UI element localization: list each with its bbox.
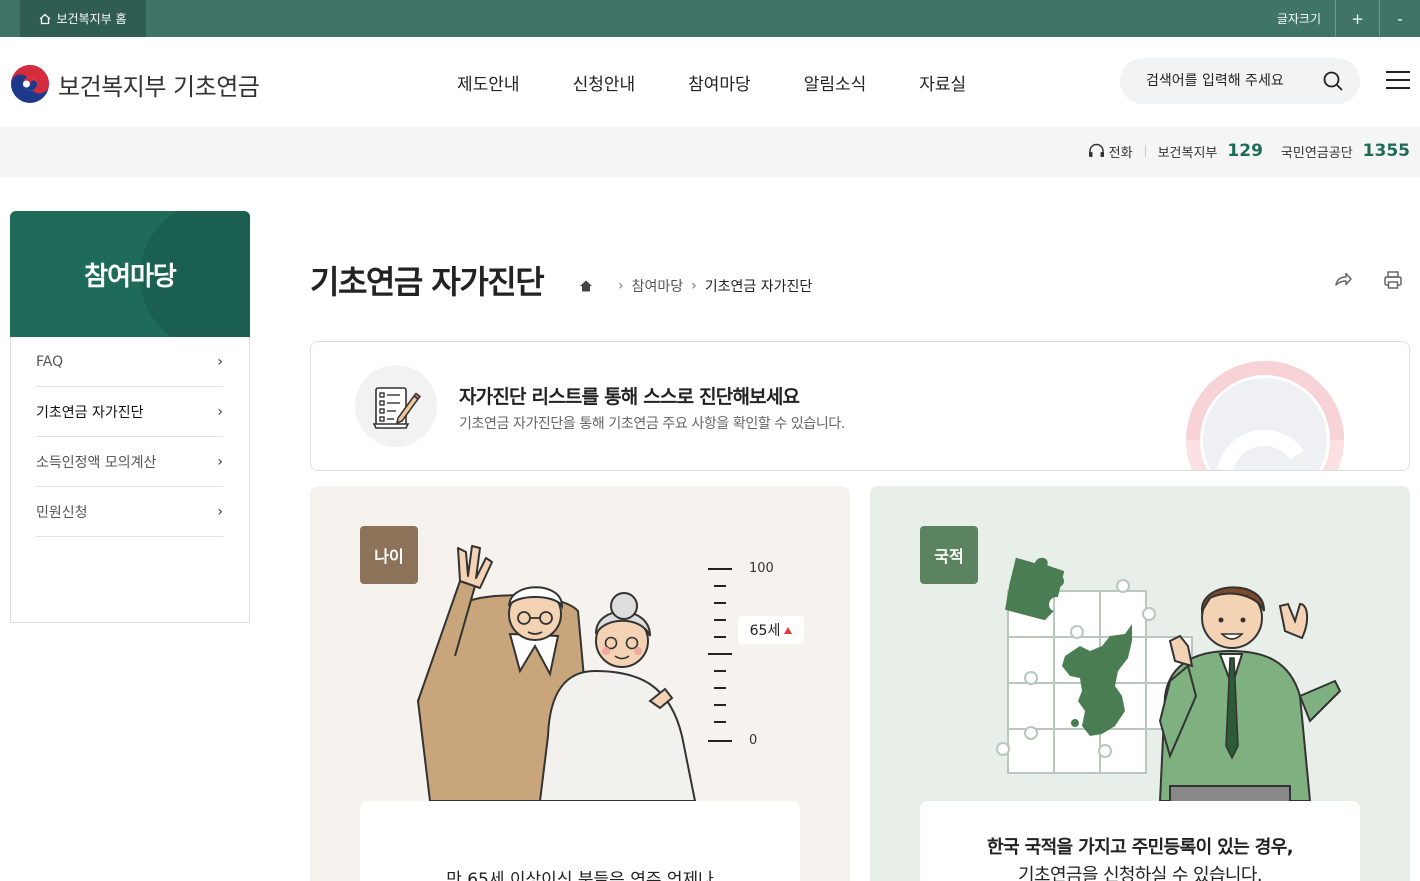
- triangle-up-icon: [784, 626, 793, 634]
- sidebar-menu: FAQ › 기초연금 자가진단 › 소득인정액 모의계산 › 민원신청 ›: [10, 337, 250, 623]
- menu-bar: [1386, 79, 1410, 81]
- ministry-home-link[interactable]: 보건복지부 홈: [20, 0, 146, 37]
- page-tools: [1333, 270, 1403, 290]
- menu-bar: [1386, 87, 1410, 89]
- ministry-home-label: 보건복지부 홈: [56, 12, 127, 26]
- breadcrumb-item[interactable]: 참여마당: [632, 276, 684, 296]
- chevron-right-icon: ›: [217, 403, 223, 420]
- home-icon: [40, 13, 51, 24]
- main-nav: 제도안내 신청안내 참여마당 알림소식 자료실: [457, 70, 966, 95]
- age-info-panel: 만 65세 이상이신 분들은 연주 언제나: [360, 801, 800, 881]
- elderly-couple-illustration: [416, 545, 732, 802]
- chevron-right-icon: ›: [217, 353, 223, 370]
- nationality-info-panel: 한국 국적을 가지고 주민등록이 있는 경우, 기초연금을 신청하실 수 있습니…: [920, 801, 1360, 881]
- search-input[interactable]: [1146, 73, 1316, 89]
- nationality-info-line2: 기초연금을 신청하실 수 있습니다.: [1018, 865, 1263, 881]
- sidebar-item-label: FAQ: [36, 353, 64, 370]
- nav-participation[interactable]: 참여마당: [688, 70, 751, 95]
- nav-archive[interactable]: 자료실: [919, 70, 966, 95]
- korea-puzzle-man-illustration: [996, 557, 1342, 806]
- nationality-info-line1: 한국 국적을 가지고 주민등록이 있는 경우,: [987, 837, 1293, 858]
- phone-label: 전화: [1108, 145, 1133, 161]
- chevron-right-icon: ›: [217, 503, 223, 520]
- breadcrumb: › 참여마당 › 기초연금 자가진단: [578, 276, 812, 296]
- site-logo[interactable]: 보건복지부 기초연금: [10, 64, 260, 104]
- age-threshold-badge: 65세: [738, 616, 804, 644]
- taegeuk-watermark-icon: [1186, 361, 1344, 470]
- nationality-criteria-card: 국적 한국 국적을 가지고 주민등록이 있는 경우, 기초연금을 신청하실 수 …: [870, 486, 1410, 881]
- sidebar-item-civil-petition[interactable]: 민원신청 ›: [36, 487, 223, 537]
- sidebar-title: 참여마당: [84, 261, 177, 292]
- age-criteria-card: 나이 100 0 65세 만 65세 이상이신 분들은 연주 언제나: [310, 486, 850, 881]
- chevron-right-icon: ›: [217, 453, 223, 470]
- sidebar-item-label: 민원신청: [36, 504, 88, 521]
- page-title: 기초연금 자가진단: [310, 263, 545, 301]
- search-icon[interactable]: [1322, 70, 1344, 92]
- sidebar-item-label: 기초연금 자가진단: [36, 404, 144, 421]
- age-info-text: 만 65세 이상이신 분들은 연주 언제나: [446, 870, 714, 881]
- breadcrumb-separator-icon: ›: [691, 278, 697, 294]
- intro-description: 기초연금 자가진단을 통해 기초연금 주요 사항을 확인할 수 있습니다.: [459, 416, 845, 432]
- breadcrumb-current: 기초연금 자가진단: [704, 279, 813, 295]
- nav-news[interactable]: 알림소식: [804, 70, 867, 95]
- age-threshold-value: 65세: [749, 623, 781, 639]
- sidebar-item-faq[interactable]: FAQ ›: [36, 337, 223, 387]
- scale-max-label: 100: [749, 561, 774, 576]
- sidebar-item-income-calc[interactable]: 소득인정액 모의계산 ›: [36, 437, 223, 487]
- logo-text: 보건복지부 기초연금: [58, 72, 260, 101]
- nav-system-guide[interactable]: 제도안내: [457, 70, 520, 95]
- taegeuk-logo-icon: [11, 65, 49, 103]
- all-menu-button[interactable]: [1386, 71, 1410, 89]
- intro-heading: 자가진단 리스트를 통해 스스로 진단해보세요: [459, 386, 800, 408]
- mohw-phone-number[interactable]: 129: [1227, 141, 1263, 161]
- divider: [1144, 145, 1146, 157]
- checklist-icon: [372, 387, 422, 429]
- breadcrumb-separator-icon: ›: [618, 278, 624, 294]
- nps-phone-number[interactable]: 1355: [1363, 141, 1410, 161]
- site-header: 보건복지부 기초연금 제도안내 신청안내 참여마당 알림소식 자료실: [0, 37, 1420, 127]
- sidebar-item-self-diagnosis[interactable]: 기초연금 자가진단 ›: [36, 387, 223, 437]
- sidebar-header: 참여마당: [10, 211, 250, 337]
- contact-strip: 전화 보건복지부 129 국민연금공단 1355: [0, 127, 1420, 177]
- headset-icon: [1088, 143, 1104, 157]
- nps-label: 국민연금공단: [1280, 145, 1353, 161]
- print-icon[interactable]: [1383, 270, 1403, 290]
- share-icon[interactable]: [1333, 270, 1353, 290]
- utility-bar: 보건복지부 홈 글자크기 + -: [0, 0, 1420, 37]
- checklist-icon-wrap: [355, 365, 437, 447]
- font-decrease-button[interactable]: -: [1380, 0, 1420, 37]
- nav-application-guide[interactable]: 신청안내: [573, 70, 636, 95]
- mohw-label: 보건복지부: [1157, 145, 1218, 161]
- home-icon[interactable]: [578, 278, 594, 294]
- menu-bar: [1386, 71, 1410, 73]
- search-box: [1120, 58, 1360, 104]
- intro-banner: 자가진단 리스트를 통해 스스로 진단해보세요 기초연금 자가진단을 통해 기초…: [310, 341, 1410, 471]
- scale-min-label: 0: [749, 733, 758, 748]
- sidebar-item-label: 소득인정액 모의계산: [36, 454, 157, 471]
- font-increase-button[interactable]: +: [1336, 0, 1380, 37]
- font-size-label: 글자크기: [1263, 0, 1336, 37]
